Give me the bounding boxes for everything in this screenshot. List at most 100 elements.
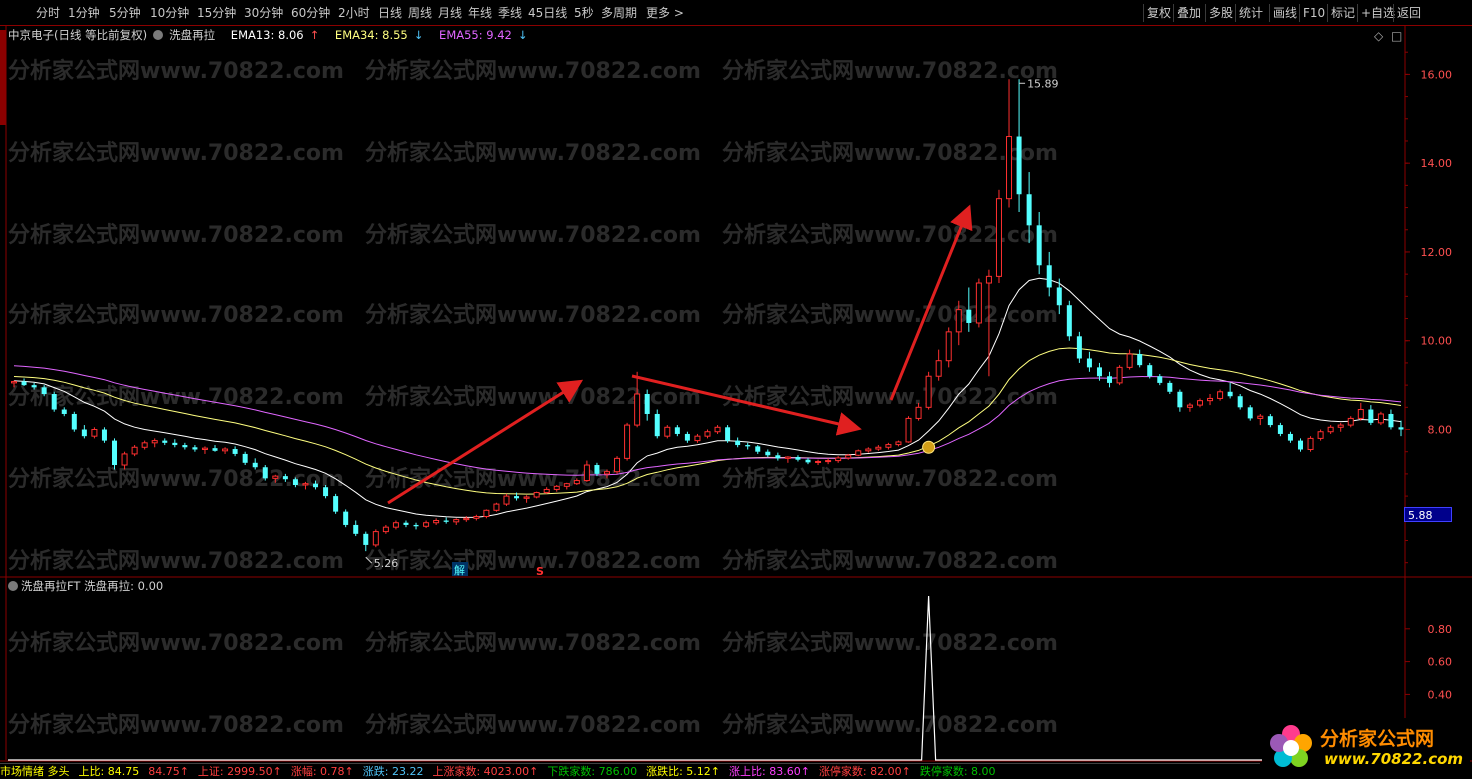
candle-body-up xyxy=(895,441,902,446)
candle-body-up xyxy=(131,446,138,455)
candle-body-down xyxy=(735,440,741,446)
candle-body-up xyxy=(955,309,962,333)
candle-body-down xyxy=(333,496,339,512)
candle-body-up xyxy=(121,453,128,466)
trend-arrow xyxy=(631,374,862,436)
kline-chart[interactable]: 分析家公式网www.70822.com 分析家公式网www.70822.com 分析… xyxy=(0,0,1472,779)
candle-body-up xyxy=(603,471,610,475)
market-status-bar: 市场情绪 多头 上比: 84.75 84.75↑ 上证: 2999.50↑ 涨幅: 0.… xyxy=(0,763,1260,779)
candle-body-down xyxy=(1076,336,1082,359)
candle-body-up xyxy=(1186,404,1193,408)
candle-body-down xyxy=(1297,440,1303,450)
candle-body-down xyxy=(1066,305,1072,337)
candle-body-down xyxy=(61,409,67,414)
candle-body-down xyxy=(654,413,660,437)
trend-arrows xyxy=(387,204,973,505)
candle-body-down xyxy=(101,429,107,441)
period-tab-4[interactable]: 15分钟 xyxy=(197,0,236,26)
sub-y-tick-label: 0.60 xyxy=(1428,656,1453,669)
gold-coin-icon xyxy=(922,440,936,454)
period-tab-14[interactable]: 5秒 xyxy=(574,0,594,26)
period-tab-5[interactable]: 30分钟 xyxy=(244,0,283,26)
candle-body-up xyxy=(1126,353,1133,368)
period-tab-0[interactable]: 分时 xyxy=(36,0,60,26)
watermark-text: 分析家公式网www.70822.com xyxy=(8,630,344,656)
candle-body-up xyxy=(815,460,822,463)
candle-body-down xyxy=(252,462,258,468)
toolbar-action-2[interactable]: 多股 xyxy=(1205,4,1236,22)
trend-arrow xyxy=(889,204,973,401)
candle-body-up xyxy=(1207,397,1214,402)
candle-body-down xyxy=(1157,376,1163,383)
period-tab-13[interactable]: 45日线 xyxy=(528,0,567,26)
candle-body-up xyxy=(945,331,952,362)
watermark-text: 分析家公式网www.70822.com xyxy=(8,302,344,328)
watermark-text: 分析家公式网www.70822.com xyxy=(365,384,701,410)
watermark-text: 分析家公式网www.70822.com xyxy=(8,140,344,166)
candle-body-up xyxy=(563,483,570,487)
sub-indicator-value: 洗盘再拉: 0.00 xyxy=(84,579,164,593)
period-tab-12[interactable]: 季线 xyxy=(498,0,522,26)
candle-body-down xyxy=(443,520,449,522)
period-tab-3[interactable]: 10分钟 xyxy=(150,0,189,26)
period-tab-10[interactable]: 月线 xyxy=(438,0,462,26)
high-price-label: 15.89 xyxy=(1027,77,1059,90)
candle-body-up xyxy=(614,457,621,473)
candle-body-up xyxy=(1317,431,1324,439)
period-tab-2[interactable]: 5分钟 xyxy=(109,0,141,26)
candle-body-up xyxy=(855,450,862,456)
watermark-text: 分析家公式网www.70822.com xyxy=(722,222,1058,248)
y-tick-label: 14.00 xyxy=(1421,157,1453,170)
indicator-toggle[interactable]: 洗盘再拉 xyxy=(153,28,221,42)
toolbar-action-7[interactable]: +自选 xyxy=(1357,4,1398,22)
period-tab-7[interactable]: 2小时 xyxy=(338,0,370,26)
period-tab-8[interactable]: 日线 xyxy=(378,0,402,26)
watermark-text: 分析家公式网www.70822.com xyxy=(722,58,1058,84)
toolbar-action-4[interactable]: 画线 xyxy=(1269,4,1300,22)
candle-body-down xyxy=(1398,427,1404,430)
period-tab-9[interactable]: 周线 xyxy=(408,0,432,26)
candle-body-up xyxy=(523,496,530,499)
toolbar-action-8[interactable]: 返回 xyxy=(1393,4,1424,22)
period-tab-15[interactable]: 多周期 xyxy=(601,0,637,26)
sub-indicator-toggle-icon[interactable] xyxy=(8,581,18,591)
sub-chart-legend: 洗盘再拉FT 洗盘再拉: 0.00 xyxy=(8,578,163,594)
candle-body-down xyxy=(1046,265,1052,288)
candle-body-down xyxy=(81,429,87,437)
candle-body-up xyxy=(302,483,309,486)
left-edge-marker xyxy=(0,30,6,125)
candle-body-up xyxy=(533,492,540,498)
candle-body-up xyxy=(1217,391,1224,399)
candle-body-up xyxy=(382,526,389,533)
period-tab-6[interactable]: 60分钟 xyxy=(291,0,330,26)
candle-body-down xyxy=(403,522,409,525)
square-icon: □ xyxy=(1391,29,1402,43)
candle-body-up xyxy=(1337,424,1344,428)
period-tab-1[interactable]: 1分钟 xyxy=(68,0,100,26)
candle-body-up xyxy=(875,446,882,450)
indicator-toggle-icon[interactable] xyxy=(153,30,164,40)
candle-body-up xyxy=(664,426,671,437)
candle-body-down xyxy=(1016,136,1022,195)
watermark-text: 分析家公式网www.70822.com xyxy=(722,548,1058,574)
down-arrow-icon: ↓ xyxy=(413,28,424,42)
toolbar-action-5[interactable]: F10 xyxy=(1299,4,1328,22)
signal-jie-badge xyxy=(452,562,468,576)
toolbar-action-0[interactable]: 复权 xyxy=(1143,4,1174,22)
toolbar-action-3[interactable]: 统计 xyxy=(1235,4,1266,22)
sub-indicator-series xyxy=(8,595,1405,761)
watermark-text: 分析家公式网www.70822.com xyxy=(365,222,701,248)
price-annotations: 15.89 5.26 解 S xyxy=(365,77,1059,578)
status-item-4: 涨幅: 0.78↑ xyxy=(290,765,354,778)
ema34-label: EMA34: 8.55 ↓ xyxy=(334,28,424,42)
toolbar-action-6[interactable]: 标记 xyxy=(1327,4,1358,22)
candle-body-down xyxy=(212,448,218,451)
toolbar-action-1[interactable]: 叠加 xyxy=(1173,4,1204,22)
status-item-2: 84.75↑ xyxy=(148,765,189,778)
period-tab-16[interactable]: 更多 > xyxy=(646,0,684,26)
candle-body-up xyxy=(583,464,590,482)
candle-body-up xyxy=(372,531,379,546)
sub-indicator-name: 洗盘再拉FT xyxy=(21,579,81,593)
watermark-text: 分析家公式网www.70822.com xyxy=(8,222,344,248)
period-tab-11[interactable]: 年线 xyxy=(468,0,492,26)
